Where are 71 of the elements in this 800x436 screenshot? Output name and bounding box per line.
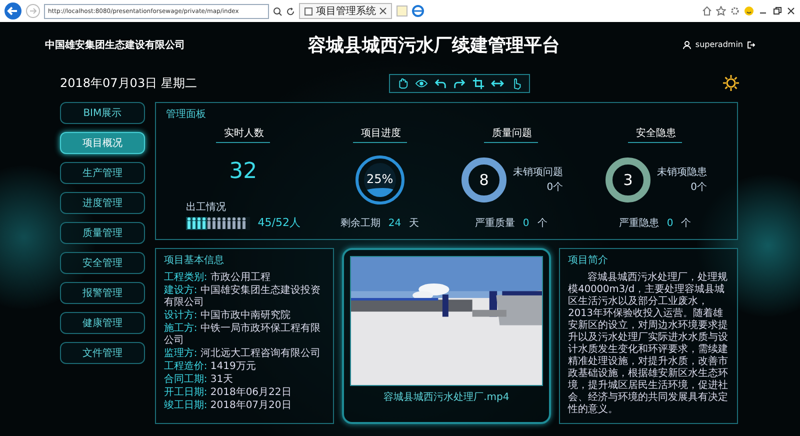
home-icon[interactable] xyxy=(702,6,712,16)
company-name: 中国雄安集团生态建设有限公司 xyxy=(45,38,185,52)
smiley-icon[interactable] xyxy=(744,6,754,16)
panel-title: 管理面板 xyxy=(166,108,206,122)
crop-icon[interactable] xyxy=(472,76,485,90)
close-button[interactable] xyxy=(786,6,796,16)
info-field: 合同工期: 31天 xyxy=(164,374,325,386)
unit-label: 天 xyxy=(409,217,420,232)
user-icon xyxy=(683,41,692,49)
intro-text: 容城县城西污水处理厂，处理规模40000m3/d，主要处理容城县城区生活污水以及部分工业废水，2013年环保验收投入运营。随着雄安新区的设立，对周边水环境要求提升以及污水处理厂实际进水水质与设计水质发生变化和环评要求，需续建精准处理设施，对提升水质，改善市政基础设施，根据雄安新区水生态环境，提升城区居民生活环境，促进社会、经济与环境的共同发展具有决定性的意义。 xyxy=(568,272,729,416)
star-icon[interactable] xyxy=(716,6,726,16)
severe-label: 严重隐患 xyxy=(618,216,659,232)
refresh-icon[interactable] xyxy=(286,6,295,16)
issue-count: 8 xyxy=(479,170,489,189)
severe-count: 0 xyxy=(666,217,674,232)
info-field: 监理方: 河北远大工程咨询有限公司 xyxy=(164,348,325,360)
back-button[interactable] xyxy=(4,2,22,20)
info-field: 竣工日期: 2018年07月20日 xyxy=(164,400,325,412)
severe-label: 严重质量 xyxy=(474,216,515,232)
panel-title: 项目简介 xyxy=(568,254,610,268)
section-title: 实时人数 xyxy=(216,126,270,143)
progress-ring xyxy=(354,154,406,206)
info-field: 工程类别: 市政公用工程 xyxy=(164,272,325,284)
redo-icon[interactable] xyxy=(452,76,466,90)
close-icon[interactable] xyxy=(379,7,387,15)
video-caption: 容城县城西污水处理厂.mp4 xyxy=(384,390,510,406)
undo-icon[interactable] xyxy=(434,76,447,90)
nav-button[interactable]: 项目概况 xyxy=(60,132,145,154)
nav-button[interactable]: 文件管理 xyxy=(60,342,145,364)
tab-title: 项目管理系统 xyxy=(316,4,376,18)
progress-percent: 25% xyxy=(365,172,394,186)
open-issues-label: 未销项隐患 xyxy=(657,166,708,180)
info-field: 开工日期: 2018年06月22日 xyxy=(164,387,325,400)
issue-count: 3 xyxy=(623,170,633,189)
search-icon[interactable] xyxy=(273,6,282,16)
browser-tab[interactable]: 项目管理系统 xyxy=(299,3,392,19)
nav-button[interactable]: BIM展示 xyxy=(60,102,145,124)
remaining-days: 24 xyxy=(388,216,402,232)
attendance-count: 45/52人 xyxy=(258,214,300,231)
open-issues-count: 0个 xyxy=(546,180,564,195)
page-icon xyxy=(304,6,313,16)
severe-count: 0 xyxy=(522,217,530,232)
open-issues-count: 0个 xyxy=(690,180,708,195)
info-field: 施工方: 中铁一局市政环保工程有限公司 xyxy=(164,323,325,348)
panel-title: 项目基本信息 xyxy=(164,254,225,268)
settings-icon[interactable] xyxy=(730,6,740,16)
nav-button[interactable]: 生产管理 xyxy=(60,162,145,184)
attendance-label: 出工情况 xyxy=(186,200,226,215)
info-field: 建设方: 中国雄安集团生态建设投资有限公司 xyxy=(164,285,325,310)
section-title: 质量问题 xyxy=(484,126,538,143)
browser-logo-icon xyxy=(412,5,424,17)
unit-label: 个 xyxy=(537,217,548,232)
nav-button[interactable]: 进度管理 xyxy=(60,192,145,214)
page-title: 容城县城西污水厂续建管理平台 xyxy=(308,34,560,58)
worker-count: 32 xyxy=(229,158,258,186)
restore-button[interactable] xyxy=(772,6,782,16)
nav-button[interactable]: 安全管理 xyxy=(60,252,145,274)
info-field: 设计方: 中国市政中南研究院 xyxy=(164,310,325,322)
nav-button[interactable]: 报警管理 xyxy=(60,282,145,304)
open-issues-label: 未销项问题 xyxy=(513,166,564,180)
user-name: superadmin xyxy=(695,39,743,51)
date-text: 2018年07月03日 星期二 xyxy=(60,75,197,92)
nav-button[interactable]: 质量管理 xyxy=(60,222,145,244)
logout-icon[interactable] xyxy=(747,41,755,49)
nav-button[interactable]: 健康管理 xyxy=(60,312,145,334)
section-title: 安全隐患 xyxy=(628,126,682,143)
info-field: 工程造价: 1419万元 xyxy=(164,361,325,374)
remaining-label: 剩余工期 xyxy=(340,216,380,232)
sun-icon[interactable] xyxy=(722,74,740,92)
unit-label: 个 xyxy=(681,217,692,232)
section-title: 项目进度 xyxy=(352,126,407,143)
